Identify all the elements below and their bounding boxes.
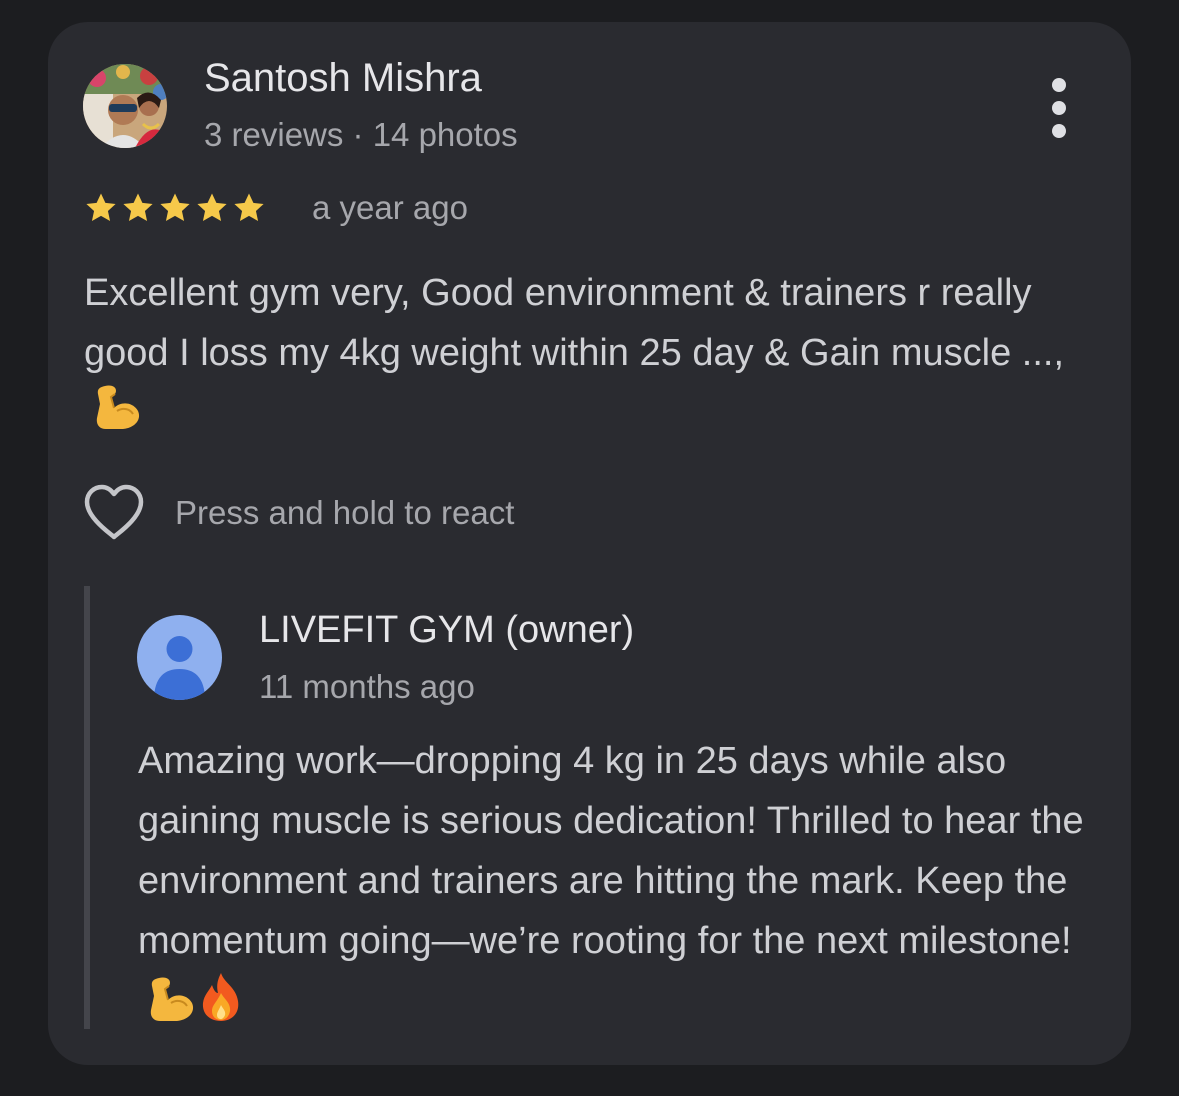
review-text-content: Excellent gym very, Good environment & t… [84, 272, 1065, 374]
star-icon [123, 193, 153, 222]
owner-reply-age: 11 months ago [259, 668, 475, 705]
reviewer-avatar[interactable] [83, 64, 167, 148]
react-button[interactable]: Press and hold to react [83, 484, 514, 542]
more-options-button[interactable] [1036, 78, 1082, 138]
flexed-biceps-emoji-icon [146, 975, 196, 1041]
reply-divider [84, 586, 90, 1029]
reviewer-meta: 3 reviews · 14 photos [204, 116, 518, 153]
review-text: Excellent gym very, Good environment & t… [84, 263, 1094, 449]
star-icon [86, 193, 116, 222]
more-vertical-icon [1052, 78, 1066, 92]
owner-name[interactable]: LIVEFIT GYM (owner) [259, 609, 634, 652]
star-icon [160, 193, 190, 222]
fire-emoji-icon [198, 971, 244, 1041]
owner-avatar[interactable] [137, 615, 222, 700]
owner-reply-text-content: Amazing work—dropping 4 kg in 25 days wh… [138, 740, 1084, 962]
flexed-biceps-emoji-icon [92, 383, 142, 449]
react-hint-label: Press and hold to react [175, 494, 515, 531]
reviewer-name[interactable]: Santosh Mishra [204, 56, 482, 101]
star-icon [197, 193, 227, 222]
person-icon [137, 615, 222, 700]
star-rating [84, 191, 266, 225]
heart-icon [84, 484, 144, 540]
owner-reply-text: Amazing work—dropping 4 kg in 25 days wh… [138, 731, 1098, 1041]
star-icon [234, 193, 264, 222]
review-age: a year ago [312, 189, 468, 226]
